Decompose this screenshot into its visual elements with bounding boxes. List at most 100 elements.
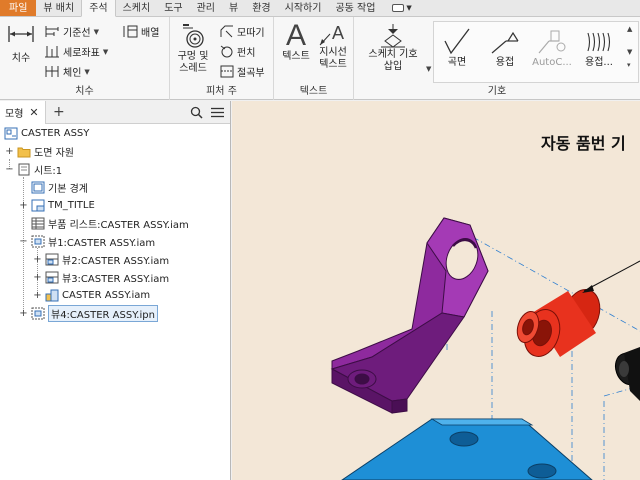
ribbon-display-toggle[interactable]: ▼ — [392, 0, 412, 16]
chevron-down-icon: ▼ — [84, 67, 90, 76]
tree-item-view3[interactable]: 뷰3:CASTER ASSY.iam — [45, 269, 169, 286]
search-icon[interactable] — [190, 106, 203, 119]
autoc-label: AutoC... — [532, 57, 572, 68]
tree-item-view1[interactable]: 뷰1:CASTER ASSY.iam — [31, 233, 155, 250]
menu-icon[interactable] — [211, 107, 224, 118]
autocad-symbol-icon — [538, 30, 566, 54]
expand-icon[interactable]: + — [33, 251, 42, 268]
drawing-icon — [4, 127, 18, 140]
tree-item-drawing[interactable]: CASTER ASSY — [4, 125, 89, 142]
text-button[interactable]: A 텍스트 — [278, 21, 314, 63]
expand-icon[interactable]: + — [19, 305, 28, 322]
sheet-title-text: 자동 품번 기 — [541, 134, 626, 153]
surface-label: 곡면 — [447, 57, 467, 68]
close-icon[interactable]: ✕ — [29, 106, 38, 119]
tree-item-label: 기본 경계 — [48, 184, 88, 195]
hole-thread-label-1: 구멍 및 — [177, 51, 209, 62]
gallery-expand-icon[interactable]: ▾ — [627, 61, 632, 70]
tree-item-title-block[interactable]: TM_TITLE — [31, 197, 95, 214]
view-icon — [31, 235, 45, 248]
tree-item-view2[interactable]: 뷰2:CASTER ASSY.iam — [45, 251, 169, 268]
tree-item-label: 부품 리스트:CASTER ASSY.iam — [48, 220, 189, 231]
expand-icon[interactable]: + — [5, 143, 14, 160]
gallery-scroll[interactable]: ▲ ▼ ▾ — [627, 25, 632, 70]
surface-texture-button[interactable]: 곡면 — [438, 27, 476, 69]
sketch-symbol-label-1: 스케치 기호 — [368, 49, 418, 60]
tab-get-started[interactable]: 시작하기 — [278, 0, 329, 16]
chain-button[interactable]: 체인 ▼ — [44, 64, 90, 79]
tab-file[interactable]: 파일 — [0, 0, 37, 16]
group-label-feature-notes: 피처 주 — [206, 86, 237, 97]
drawing-sheet-graphics — [330, 217, 640, 480]
weld-bead-button[interactable]: 용접... — [580, 27, 618, 69]
arrange-button[interactable]: 배열 — [122, 24, 159, 39]
tree-item-label: 뷰3:CASTER ASSY.iam — [62, 274, 170, 285]
group-symbols: 스케치 기호 삽입 ▼ 곡면 용접 AutoC... 용접... ▲ ▼ ▾ 기… — [354, 17, 640, 100]
punch-label: 펀치 — [237, 48, 256, 59]
ordinate-label: 세로좌표 — [63, 48, 100, 59]
leader-text-icon: A — [319, 23, 344, 46]
scroll-down-icon[interactable]: ▼ — [627, 48, 632, 57]
dimension-button[interactable]: 치수 — [4, 23, 38, 65]
drawing-canvas[interactable]: 자동 품번 기 — [232, 101, 640, 480]
scroll-up-icon[interactable]: ▲ — [627, 25, 632, 34]
punch-button[interactable]: 펀치 — [220, 44, 255, 59]
insert-sketch-symbol-button[interactable]: 스케치 기호 삽입 — [360, 23, 426, 73]
chamfer-button[interactable]: 모따기 — [220, 24, 265, 39]
tree-item-parts-list[interactable]: 부품 리스트:CASTER ASSY.iam — [31, 215, 189, 232]
tree-item-sheet[interactable]: 시트:1 — [17, 161, 62, 178]
balloon-leader — [582, 260, 640, 293]
chevron-down-icon[interactable]: ▼ — [426, 65, 431, 73]
tree-item-label: CASTER ASSY — [21, 128, 90, 139]
arrange-label: 배열 — [141, 28, 160, 39]
dimension-icon — [8, 26, 34, 42]
collapse-icon[interactable]: − — [19, 233, 28, 250]
baseline-button[interactable]: 기준선 ▼ — [44, 24, 99, 39]
expand-icon[interactable]: + — [33, 269, 42, 286]
tree-item-view4[interactable]: 뷰4:CASTER ASSY.ipn — [31, 305, 158, 322]
tab-annotate[interactable]: 주석 — [81, 0, 116, 17]
hole-thread-icon — [183, 24, 204, 48]
tree-item-drawing-resources[interactable]: 도면 자원 — [17, 143, 74, 160]
model-browser: 모형 ✕ + CASTER ASSY + 도면 자원 − 시트:1 기본 경계 — [0, 101, 231, 480]
text-label: 텍스트 — [282, 51, 310, 62]
bolt-part — [614, 347, 640, 401]
expand-icon[interactable]: + — [19, 197, 28, 214]
expand-icon[interactable]: + — [33, 287, 42, 304]
autocad-symbol-button[interactable]: AutoC... — [530, 27, 574, 69]
svg-text:A: A — [332, 23, 344, 43]
hole-thread-button[interactable]: 구멍 및 스레드 — [174, 23, 212, 75]
bend-button[interactable]: 절곡부 — [220, 64, 265, 79]
text-icon: A — [285, 19, 306, 52]
bracket-part — [330, 217, 489, 414]
weld-label: 용접 — [495, 57, 515, 68]
group-label-text: 텍스트 — [299, 86, 328, 97]
collapse-icon[interactable]: − — [5, 161, 14, 178]
tab-environments[interactable]: 환경 — [245, 0, 277, 16]
tab-model[interactable]: 모형 ✕ — [0, 101, 46, 124]
ribbon: 치수 기준선 ▼ 세로좌표 ▼ 체인 ▼ 배열 치수 구멍 및 스레드 모따기 … — [0, 17, 640, 100]
tab-manage[interactable]: 관리 — [190, 0, 222, 16]
leader-text-button[interactable]: A 지시선 텍스트 — [314, 23, 352, 71]
chamfer-icon — [220, 25, 233, 38]
tree-item-label: 도면 자원 — [34, 148, 74, 159]
arrange-icon — [123, 25, 138, 38]
menu-tab-bar: 파일 뷰 배치 주석 스케치 도구 관리 뷰 환경 시작하기 공동 작업 ▼ — [0, 0, 640, 17]
tab-place-views[interactable]: 뷰 배치 — [36, 0, 81, 16]
welding-symbol-button[interactable]: 용접 — [486, 27, 524, 69]
chevron-down-icon: ▼ — [406, 4, 412, 12]
tab-view[interactable]: 뷰 — [222, 0, 245, 16]
tree-item-label: 뷰2:CASTER ASSY.iam — [62, 256, 170, 267]
hole-thread-label-2: 스레드 — [179, 63, 207, 74]
view-icon — [45, 271, 59, 284]
chamfer-label: 모따기 — [237, 28, 265, 39]
chevron-down-icon: ▼ — [102, 47, 109, 56]
tab-sketch[interactable]: 스케치 — [116, 0, 158, 16]
tree-item-default-border[interactable]: 기본 경계 — [31, 179, 88, 196]
add-tab-icon[interactable]: + — [53, 105, 65, 119]
parts-list-icon — [31, 217, 45, 230]
ordinate-button[interactable]: 세로좌표 ▼ — [44, 44, 108, 59]
tab-tools[interactable]: 도구 — [157, 0, 189, 16]
tab-collaborate[interactable]: 공동 작업 — [328, 0, 382, 16]
tree-item-assembly[interactable]: CASTER ASSY.iam — [45, 287, 150, 304]
